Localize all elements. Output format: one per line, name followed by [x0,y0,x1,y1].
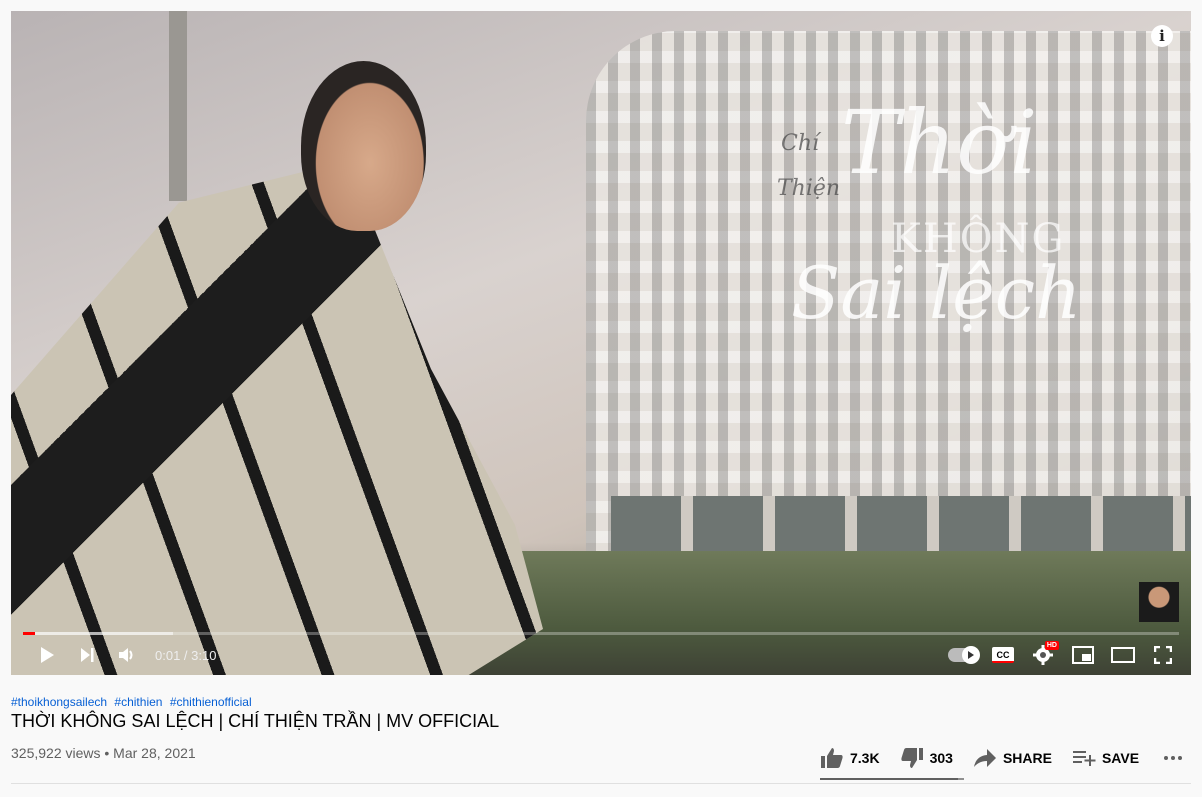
like-button[interactable]: 7.3K [820,747,880,769]
title-art-thien: Thiện [777,176,841,201]
sentiment-bar [820,778,964,780]
theater-button[interactable] [1103,635,1143,675]
share-icon [973,749,996,767]
thumbs-up-icon [821,748,843,768]
hashtag-link[interactable]: #thoikhongsailech [11,695,107,709]
play-icon [41,647,54,663]
hashtags: #thoikhongsailech #chithien #chithienoff… [11,695,256,709]
share-button[interactable]: SHARE [973,748,1052,768]
fullscreen-icon [1154,646,1172,664]
next-button[interactable] [67,635,107,675]
video-player[interactable]: Chí Thiện Thời KHÔNG Sai lệch i 0:01 / 3… [11,11,1191,675]
hashtag-link[interactable]: #chithienofficial [170,695,252,709]
miniplayer-icon [1072,646,1094,664]
dislike-count: 303 [929,750,953,766]
video-frame-person [11,161,543,675]
next-icon [81,648,94,662]
views-date: 325,922 views • Mar 28, 2021 [11,745,196,761]
save-button[interactable]: SAVE [1072,749,1139,767]
more-actions-button[interactable] [1163,755,1183,761]
title-art-sai-lech: Sai lệch [791,251,1082,335]
time-display: 0:01 / 3:10 [155,647,217,663]
video-title-art: Chí Thiện Thời KHÔNG Sai lệch [771,81,1091,381]
video-title: THỜI KHÔNG SAI LỆCH | CHÍ THIỆN TRẦN | M… [11,711,500,731]
playlist-add-icon [1072,751,1096,766]
video-frame-pole [169,11,187,201]
title-art-chi: Chí [781,131,820,156]
autoplay-toggle-icon [948,646,980,664]
action-bar: 7.3K 303 SHARE SAVE [820,740,1202,776]
play-button[interactable] [27,635,67,675]
thumbs-down-icon [900,748,923,768]
info-icon[interactable]: i [1151,25,1173,47]
like-count: 7.3K [850,750,880,766]
share-label: SHARE [1002,750,1052,766]
dislike-button[interactable]: 303 [900,747,953,769]
sentiment-like-fill [820,778,959,780]
miniplayer-button[interactable] [1063,635,1103,675]
hd-badge: HD [1044,641,1059,650]
save-label: SAVE [1101,750,1140,766]
theater-icon [1111,647,1135,663]
channel-watermark[interactable] [1139,582,1179,622]
autoplay-toggle[interactable] [943,635,983,675]
player-controls: 0:01 / 3:10 CC HD [11,635,1191,675]
fullscreen-button[interactable] [1143,635,1183,675]
subtitles-button[interactable]: CC [983,635,1023,675]
settings-button[interactable]: HD [1023,635,1063,675]
volume-icon [119,648,133,662]
video-frame-person-head [301,61,426,231]
title-art-thoi: Thời [841,91,1038,194]
volume-button[interactable] [107,635,147,675]
hashtag-link[interactable]: #chithien [114,695,162,709]
more-horizontal-icon [1164,756,1183,760]
subtitles-icon: CC [992,647,1014,663]
divider [11,783,1191,784]
